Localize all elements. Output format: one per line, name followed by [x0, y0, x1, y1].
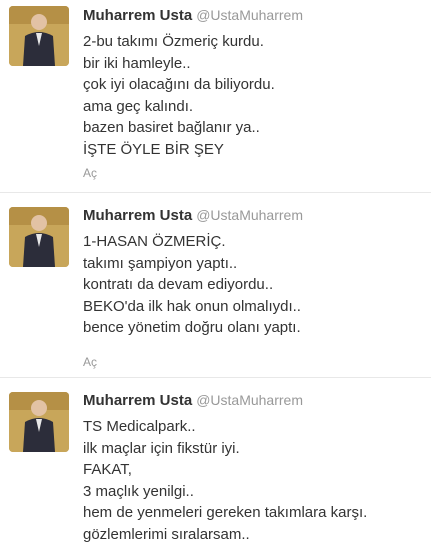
author-fullname[interactable]: Muharrem Usta: [83, 392, 192, 409]
tweet-text-line: TS Medicalpark..: [83, 416, 367, 438]
tweet-text-line: bir iki hamleyle..: [83, 53, 275, 75]
tweet-text: TS Medicalpark.. ilk maçlar için fikstür…: [83, 416, 367, 545]
tweet-text-line: FAKAT,: [83, 459, 367, 481]
tweet-text-line: ilk maçlar için fikstür iyi.: [83, 438, 367, 460]
author-fullname[interactable]: Muharrem Usta: [83, 207, 192, 224]
tweet-text-line: takımı şampiyon yaptı..: [83, 253, 301, 275]
tweet-text-line: 3 maçlık yenilgi..: [83, 481, 367, 503]
author-username[interactable]: @UstaMuharrem: [196, 7, 303, 23]
author-fullname[interactable]: Muharrem Usta: [83, 7, 192, 24]
tweet-text: 1-HASAN ÖZMERİÇ. takımı şampiyon yaptı..…: [83, 231, 301, 339]
tweet-text-line: bence yönetim doğru olanı yaptı.: [83, 317, 301, 339]
author-username[interactable]: @UstaMuharrem: [196, 207, 303, 223]
tweet-text-line: çok iyi olacağını da biliyordu.: [83, 74, 275, 96]
tweet-text-line: 1-HASAN ÖZMERİÇ.: [83, 231, 301, 253]
avatar[interactable]: [9, 207, 69, 267]
tweet-timeline: Muharrem Usta@UstaMuharrem 2-bu takımı Ö…: [0, 0, 431, 543]
tweet-text-line: kontratı da devam ediyordu..: [83, 274, 301, 296]
avatar[interactable]: [9, 392, 69, 452]
tweet-text: 2-bu takımı Özmeriç kurdu. bir iki hamle…: [83, 31, 275, 160]
tweet-text-line: hem de yenmeleri gereken takımlara karşı…: [83, 502, 367, 524]
tweet[interactable]: Muharrem Usta@UstaMuharrem 2-bu takımı Ö…: [0, 0, 431, 193]
tweet-text-line: gözlemlerimi sıralarsam..: [83, 524, 367, 545]
tweet-header: Muharrem Usta@UstaMuharrem: [83, 207, 303, 225]
tweet-header: Muharrem Usta@UstaMuharrem: [83, 7, 303, 25]
tweet[interactable]: Muharrem Usta@UstaMuharrem TS Medicalpar…: [0, 378, 431, 543]
tweet-text-line: bazen basiret bağlanır ya..: [83, 117, 275, 139]
expand-link[interactable]: Aç: [83, 355, 97, 369]
tweet-text-line: 2-bu takımı Özmeriç kurdu.: [83, 31, 275, 53]
author-username[interactable]: @UstaMuharrem: [196, 392, 303, 408]
expand-link[interactable]: Aç: [83, 166, 97, 180]
tweet-header: Muharrem Usta@UstaMuharrem: [83, 392, 303, 410]
tweet-text-line: İŞTE ÖYLE BİR ŞEY: [83, 139, 275, 161]
avatar[interactable]: [9, 6, 69, 66]
tweet[interactable]: Muharrem Usta@UstaMuharrem 1-HASAN ÖZMER…: [0, 193, 431, 378]
tweet-text-line: ama geç kalındı.: [83, 96, 275, 118]
tweet-text-line: BEKO'da ilk hak onun olmalıydı..: [83, 296, 301, 318]
